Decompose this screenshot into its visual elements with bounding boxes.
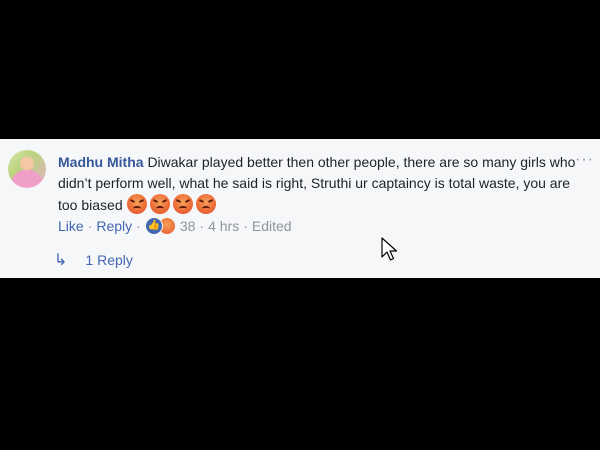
more-options-icon[interactable]: ···: [575, 151, 594, 169]
view-replies-link[interactable]: ↳ 1 Reply: [54, 250, 133, 270]
reaction-count[interactable]: 38: [180, 218, 196, 234]
reply-arrow-icon: ↳: [54, 252, 68, 269]
comment-panel: Madhu Mitha Diwakar played better then o…: [0, 139, 600, 278]
reply-button[interactable]: Reply: [96, 218, 132, 234]
like-reaction-icon: 👍: [144, 217, 163, 235]
angry-emoji-icon: [195, 194, 216, 214]
angry-emoji-icon: [149, 194, 170, 214]
edited-label[interactable]: Edited: [252, 218, 292, 234]
comment-author[interactable]: Madhu Mitha: [58, 154, 144, 170]
separator: ·: [136, 218, 141, 234]
angry-emoji-icon: [126, 194, 147, 214]
reactions-summary[interactable]: 👍: [144, 217, 176, 235]
replies-count[interactable]: 1 Reply: [85, 252, 132, 268]
comment-actions: Like · Reply · 👍 38 · 4 hrs · Edited: [58, 217, 292, 235]
like-button[interactable]: Like: [58, 218, 84, 234]
mouse-cursor-icon: [381, 237, 398, 261]
separator: ·: [199, 218, 205, 234]
separator: ·: [87, 218, 93, 234]
separator: ·: [243, 218, 248, 234]
comment-body: Madhu Mitha Diwakar played better then o…: [58, 152, 578, 216]
angry-emoji-icon: [172, 194, 193, 214]
timestamp[interactable]: 4 hrs: [208, 218, 239, 234]
avatar[interactable]: [8, 150, 46, 188]
